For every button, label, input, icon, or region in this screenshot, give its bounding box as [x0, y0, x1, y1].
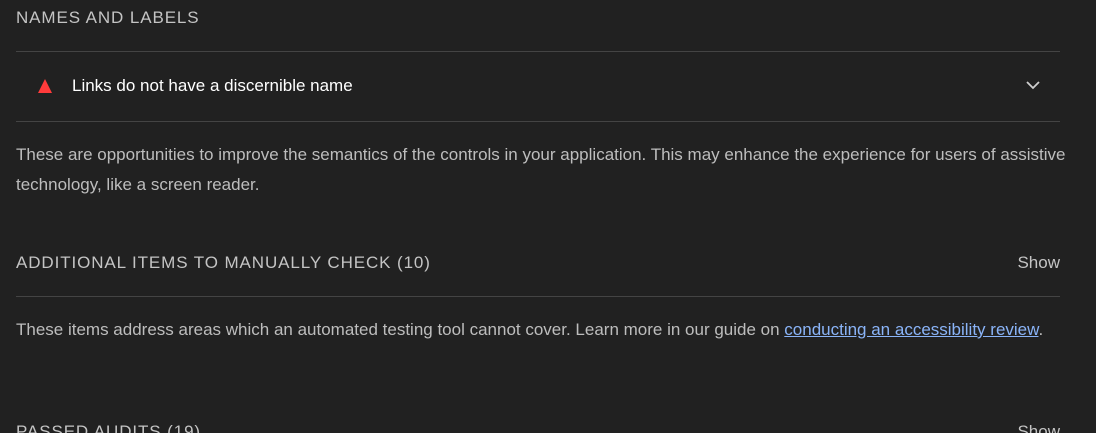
names-labels-heading: NAMES AND LABELS [16, 8, 200, 27]
audit-links-discernible-name[interactable]: Links do not have a discernible name [16, 52, 1060, 121]
manual-description: These items address areas which an autom… [16, 315, 1066, 345]
audit-title: Links do not have a discernible name [72, 76, 353, 95]
divider [16, 296, 1060, 297]
chevron-down-icon[interactable] [1026, 80, 1040, 90]
accessibility-report: NAMES AND LABELS Links do not have a dis… [0, 0, 1096, 433]
warning-triangle-icon [38, 79, 52, 93]
manual-description-end: . [1038, 320, 1044, 339]
divider [16, 121, 1060, 122]
accessibility-review-link[interactable]: conducting an accessibility review [784, 320, 1038, 339]
manual-description-text: These items address areas which an autom… [16, 320, 785, 339]
manual-show-button[interactable]: Show [1017, 253, 1060, 273]
names-labels-description: These are opportunities to improve the s… [16, 145, 1066, 194]
passed-audits-heading: PASSED AUDITS (19) [16, 422, 201, 433]
manual-check-heading: ADDITIONAL ITEMS TO MANUALLY CHECK (10) [16, 253, 431, 272]
passed-show-button[interactable]: Show [1017, 422, 1060, 433]
